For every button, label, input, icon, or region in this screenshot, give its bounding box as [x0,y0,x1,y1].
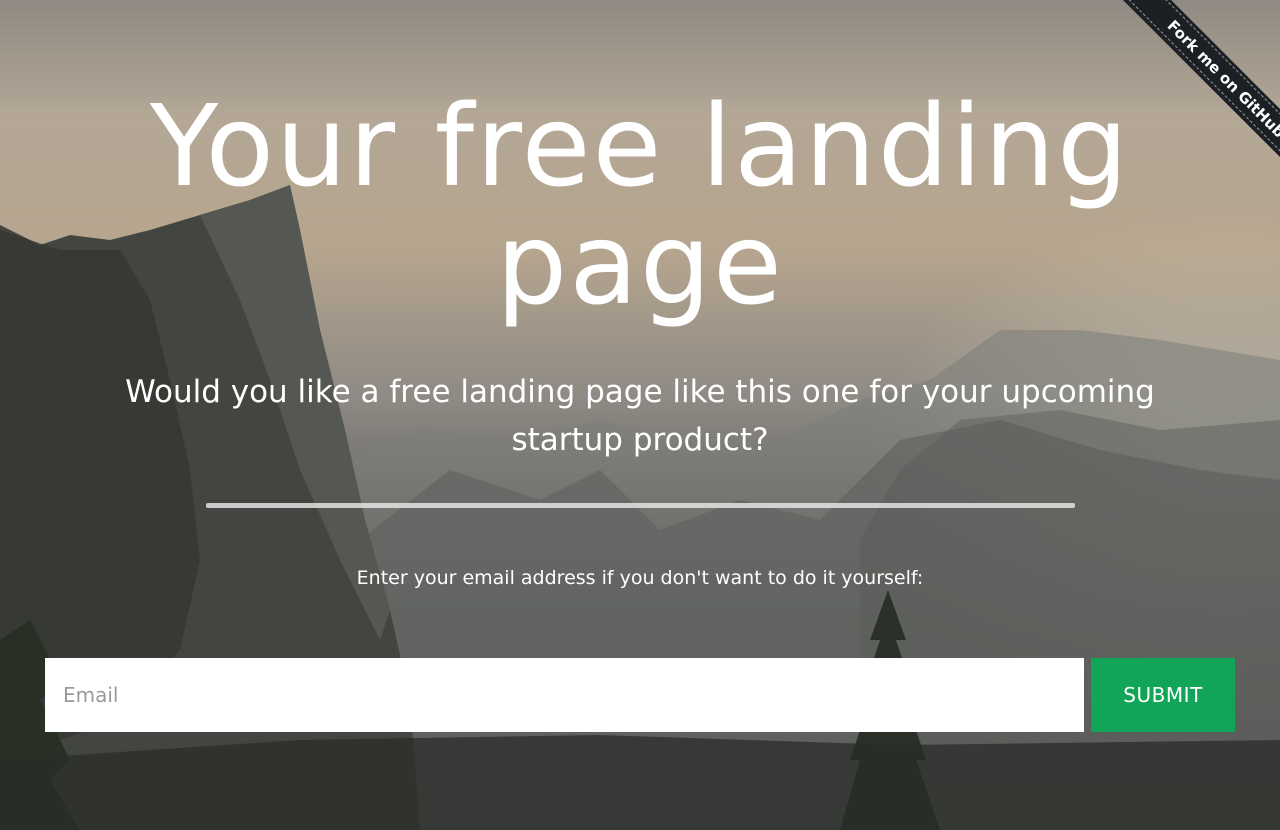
submit-button[interactable]: SUBMIT [1091,658,1235,732]
divider [206,503,1075,508]
fork-on-github-link[interactable]: Fork me on GitHub [1114,0,1280,191]
email-input[interactable] [45,658,1084,732]
page-title: Your free landing page [149,82,1131,330]
email-prompt: Enter your email address if you don't wa… [356,567,924,589]
github-ribbon: Fork me on GitHub [1080,0,1280,200]
subtitle: Would you like a free landing page like … [125,374,1155,458]
